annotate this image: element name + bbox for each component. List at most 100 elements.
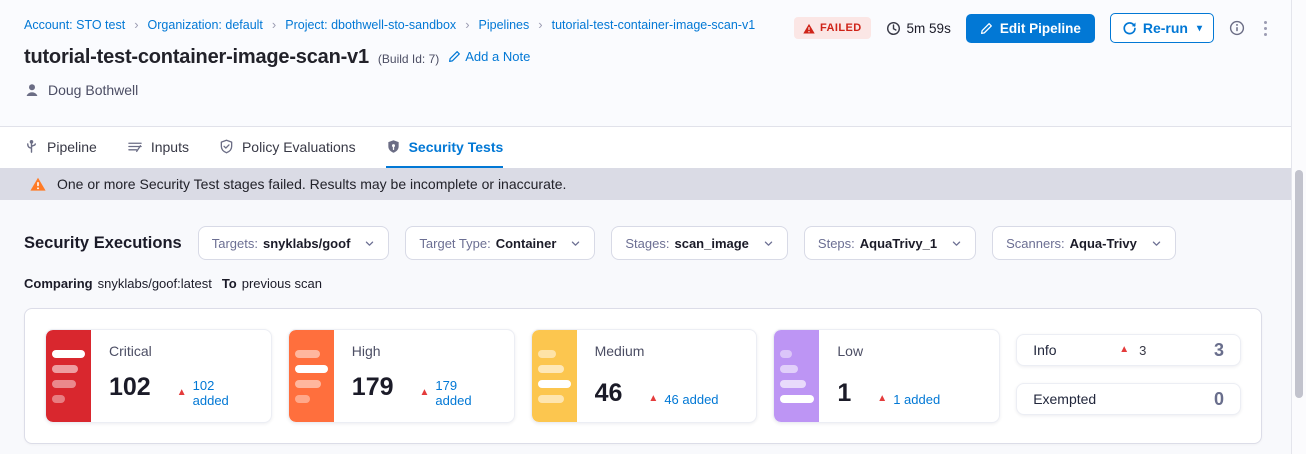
warning-banner: One or more Security Test stages failed.…: [0, 168, 1291, 200]
build-id: (Build Id: 7): [378, 52, 439, 66]
comparing-line: Comparingsnyklabs/goof:latestToprevious …: [24, 276, 1262, 291]
scrollbar-thumb[interactable]: [1295, 170, 1303, 398]
pencil-icon: [980, 22, 993, 35]
breadcrumb-separator: ›: [272, 17, 276, 32]
filter-target-type[interactable]: Target Type: Container: [405, 226, 595, 260]
severity-label: Critical: [109, 343, 253, 359]
pipeline-icon: [24, 139, 39, 154]
filter-pills: Targets: snyklabs/goof Target Type: Cont…: [198, 226, 1176, 260]
pencil-icon: [448, 50, 461, 63]
duration-text: 5m 59s: [907, 21, 951, 36]
exempted-card[interactable]: Exempted 0: [1016, 383, 1241, 415]
tab-pipeline[interactable]: Pipeline: [24, 127, 97, 168]
execution-duration: 5m 59s: [886, 21, 951, 36]
severity-card-body: Medium 46 ▲ 46 added: [577, 330, 757, 422]
severity-label: Low: [837, 343, 981, 359]
breadcrumb-account[interactable]: Account: STO test: [24, 18, 125, 32]
page-title: tutorial-test-container-image-scan-v1: [24, 46, 369, 69]
severity-count: 46: [595, 379, 623, 408]
filter-label: Stages:: [625, 236, 669, 251]
edit-pipeline-button[interactable]: Edit Pipeline: [966, 14, 1095, 43]
shield-icon: [386, 139, 401, 154]
caret-down-icon[interactable]: ▾: [1197, 23, 1202, 34]
pipeline-execution-page: Account: STO test › Organization: defaul…: [0, 0, 1306, 454]
page-header: Account: STO test › Organization: defaul…: [0, 0, 1291, 127]
refresh-icon: [1122, 21, 1137, 36]
tab-policy-evaluations[interactable]: Policy Evaluations: [219, 127, 356, 168]
severity-card-body: High 179 ▲ 179 added: [334, 330, 514, 422]
tab-label: Security Tests: [409, 139, 504, 155]
exempted-count: 0: [1214, 389, 1224, 410]
severity-label: High: [352, 343, 496, 359]
severity-count: 102: [109, 373, 151, 402]
severity-card-critical[interactable]: Critical 102 ▲ 102 added: [45, 329, 272, 423]
filter-label: Scanners:: [1006, 236, 1065, 251]
comparing-to-label: To: [222, 276, 237, 291]
more-options-icon[interactable]: [1260, 17, 1271, 40]
warning-banner-text: One or more Security Test stages failed.…: [57, 176, 566, 192]
triangle-up-icon: ▲: [648, 394, 658, 404]
breadcrumb-separator: ›: [465, 17, 469, 32]
breadcrumb-project[interactable]: Project: dbothwell-sto-sandbox: [285, 18, 456, 32]
added-indicator: ▲ 3: [1119, 343, 1146, 358]
user-icon: [24, 82, 40, 98]
header-actions: FAILED 5m 59s Edit Pipeline Re-run ▾: [794, 13, 1271, 43]
breadcrumb-pipeline-name[interactable]: tutorial-test-container-image-scan-v1: [552, 18, 756, 32]
execution-tabs: Pipeline Inputs Policy Evaluations Secur…: [0, 127, 1291, 168]
added-indicator: ▲ 179 added: [420, 378, 496, 408]
inputs-icon: [127, 139, 143, 154]
triangle-up-icon: ▲: [877, 394, 887, 404]
filter-value: Container: [496, 236, 557, 251]
triangle-up-icon: ▲: [420, 388, 430, 398]
tab-label: Policy Evaluations: [242, 139, 356, 155]
filter-targets[interactable]: Targets: snyklabs/goof: [198, 226, 390, 260]
severity-meter-icon: [774, 330, 819, 422]
clock-icon: [886, 21, 901, 36]
added-indicator: ▲ 1 added: [877, 392, 940, 407]
tab-label: Pipeline: [47, 139, 97, 155]
added-text: 179 added: [435, 378, 495, 408]
added-count: 3: [1139, 343, 1146, 358]
severity-meter-icon: [289, 330, 334, 422]
added-indicator: ▲ 102 added: [177, 378, 253, 408]
severity-count: 1: [837, 379, 851, 408]
add-note-link[interactable]: Add a Note: [448, 49, 530, 64]
chevron-down-icon: [1151, 238, 1162, 249]
info-icon[interactable]: [1229, 20, 1245, 36]
title-row: tutorial-test-container-image-scan-v1 (B…: [24, 46, 1291, 69]
tab-inputs[interactable]: Inputs: [127, 127, 189, 168]
exempted-label: Exempted: [1033, 391, 1119, 407]
comparing-baseline: previous scan: [242, 276, 322, 291]
tab-security-tests[interactable]: Security Tests: [386, 127, 504, 168]
shield-check-icon: [219, 139, 234, 154]
severity-card-low[interactable]: Low 1 ▲ 1 added: [773, 329, 1000, 423]
info-count: 3: [1214, 340, 1224, 361]
vertical-scrollbar[interactable]: [1291, 0, 1306, 454]
issues-summary-panel: Critical 102 ▲ 102 added High: [24, 308, 1262, 444]
added-text: 102 added: [193, 378, 253, 408]
info-card[interactable]: Info ▲ 3 3: [1016, 334, 1241, 366]
filter-steps[interactable]: Steps: AquaTrivy_1: [804, 226, 976, 260]
triangle-up-icon: ▲: [177, 388, 187, 398]
breadcrumb-separator: ›: [134, 17, 138, 32]
side-cards-column: Info ▲ 3 3 Exempted 0: [1016, 329, 1241, 423]
added-text: 1 added: [893, 392, 940, 407]
comparing-label: Comparing: [24, 276, 93, 291]
rerun-button[interactable]: Re-run ▾: [1110, 13, 1214, 43]
chevron-down-icon: [364, 238, 375, 249]
added-indicator: ▲ 46 added: [648, 392, 718, 407]
breadcrumb-pipelines[interactable]: Pipelines: [479, 18, 530, 32]
triggered-by: Doug Bothwell: [24, 82, 1291, 98]
filter-stages[interactable]: Stages: scan_image: [611, 226, 788, 260]
severity-card-high[interactable]: High 179 ▲ 179 added: [288, 329, 515, 423]
severity-count: 179: [352, 373, 394, 402]
severity-meter-icon: [532, 330, 577, 422]
breadcrumb-separator: ›: [538, 17, 542, 32]
filter-value: scan_image: [674, 236, 748, 251]
filter-scanners[interactable]: Scanners: Aqua-Trivy: [992, 226, 1176, 260]
filter-value: Aqua-Trivy: [1070, 236, 1137, 251]
breadcrumb-organization[interactable]: Organization: default: [148, 18, 263, 32]
warning-triangle-icon: [803, 23, 815, 34]
section-heading: Security Executions: [24, 234, 182, 253]
severity-card-medium[interactable]: Medium 46 ▲ 46 added: [531, 329, 758, 423]
